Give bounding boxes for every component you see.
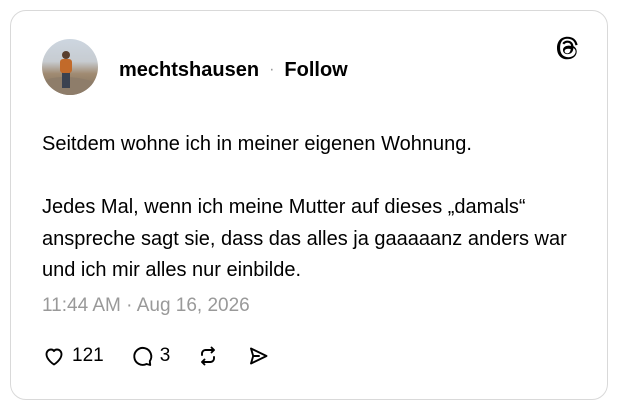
header-separator: · [269, 61, 275, 78]
avatar[interactable] [42, 39, 98, 95]
threads-logo-icon[interactable] [553, 33, 583, 63]
avatar-person-legs [62, 72, 70, 88]
repost-button[interactable] [196, 344, 220, 368]
like-button[interactable]: 121 [42, 344, 104, 368]
post-actions: 121 3 [42, 344, 270, 368]
heart-icon [42, 344, 66, 368]
speech-bubble-icon [130, 344, 154, 368]
share-button[interactable] [246, 344, 270, 368]
repost-icon [196, 344, 220, 368]
reply-button[interactable]: 3 [130, 344, 171, 368]
avatar-person-head [62, 51, 70, 59]
avatar-person-body [60, 59, 72, 73]
post-header: mechtshausen · Follow [119, 58, 348, 82]
like-count: 121 [72, 345, 104, 366]
post-timestamp[interactable]: 11:44 AM · Aug 16, 2026 [42, 295, 250, 317]
post-text: Seitdem wohne ich in meiner eigenen Wohn… [42, 133, 567, 281]
username-link[interactable]: mechtshausen [119, 58, 259, 82]
send-icon [246, 344, 270, 368]
reply-count: 3 [159, 345, 171, 366]
threads-post-card: mechtshausen · Follow Seitdem wohne ich … [10, 10, 608, 400]
avatar-rock-shape [42, 77, 98, 95]
follow-button[interactable]: Follow [284, 58, 347, 82]
